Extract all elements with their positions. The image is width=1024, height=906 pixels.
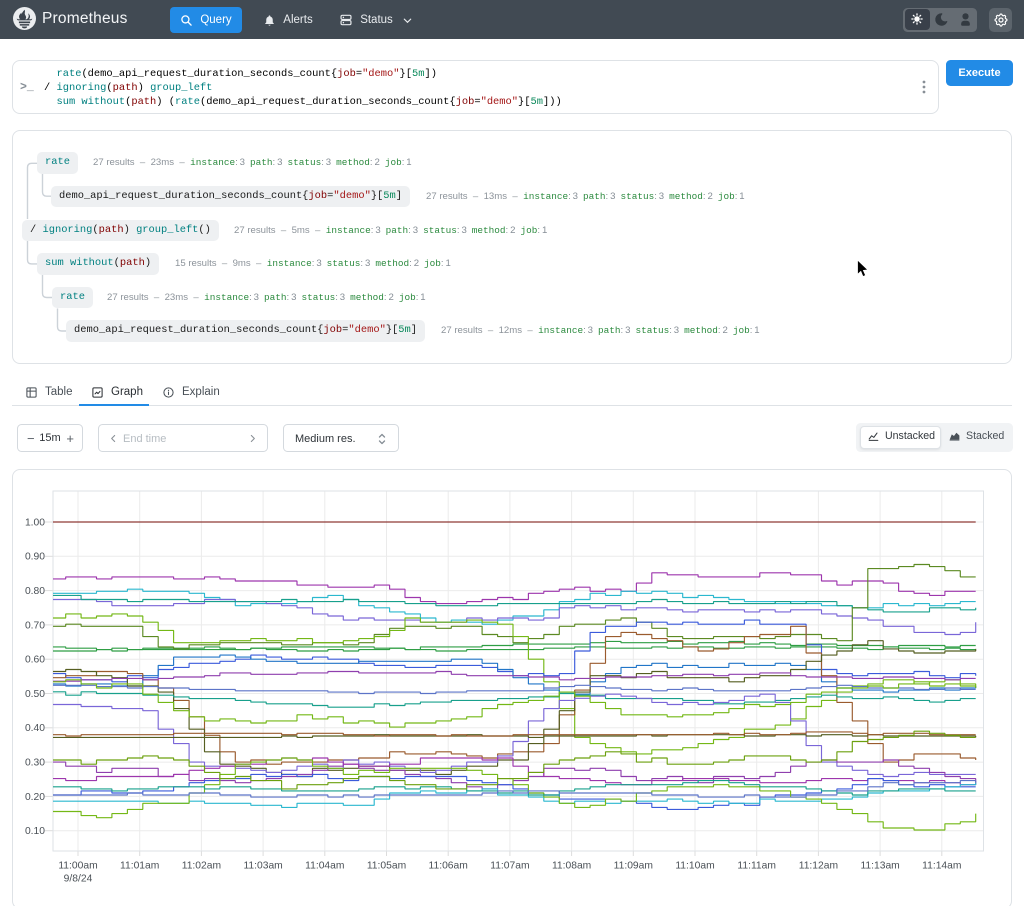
svg-text:11:13am: 11:13am xyxy=(860,861,899,872)
svg-text:11:03am: 11:03am xyxy=(243,861,282,872)
svg-text:11:00am: 11:00am xyxy=(58,861,97,872)
svg-text:11:02am: 11:02am xyxy=(182,861,221,872)
svg-text:11:11am: 11:11am xyxy=(737,861,776,872)
svg-text:11:07am: 11:07am xyxy=(490,861,529,872)
svg-text:0.90: 0.90 xyxy=(25,552,45,563)
svg-text:11:06am: 11:06am xyxy=(429,861,468,872)
svg-text:1.00: 1.00 xyxy=(25,517,45,528)
svg-text:0.50: 0.50 xyxy=(25,689,45,700)
svg-text:11:09am: 11:09am xyxy=(614,861,653,872)
svg-text:0.10: 0.10 xyxy=(25,826,45,837)
svg-text:11:12am: 11:12am xyxy=(799,861,838,872)
svg-text:0.30: 0.30 xyxy=(25,758,45,769)
svg-text:11:01am: 11:01am xyxy=(120,861,159,872)
svg-text:9/8/24: 9/8/24 xyxy=(64,874,93,885)
svg-text:11:05am: 11:05am xyxy=(367,861,406,872)
svg-text:0.40: 0.40 xyxy=(25,723,45,734)
svg-text:11:14am: 11:14am xyxy=(922,861,961,872)
svg-text:0.80: 0.80 xyxy=(25,586,45,597)
svg-text:0.70: 0.70 xyxy=(25,620,45,631)
svg-text:0.60: 0.60 xyxy=(25,655,45,666)
svg-text:0.20: 0.20 xyxy=(25,792,45,803)
svg-text:11:10am: 11:10am xyxy=(675,861,714,872)
svg-text:11:08am: 11:08am xyxy=(552,861,591,872)
svg-text:11:04am: 11:04am xyxy=(305,861,344,872)
